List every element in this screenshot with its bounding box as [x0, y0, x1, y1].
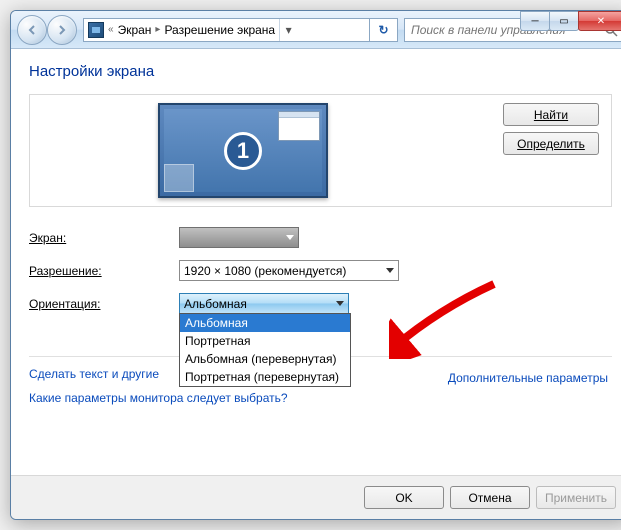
orientation-option[interactable]: Портретная	[180, 332, 350, 350]
advanced-settings-link[interactable]: Дополнительные параметры	[448, 371, 608, 385]
breadcrumb-sep: ▸	[155, 24, 160, 35]
close-button[interactable]: ✕	[578, 11, 621, 31]
cancel-button[interactable]: Отмена	[450, 486, 530, 509]
breadcrumb-item[interactable]: Разрешение экрана	[164, 23, 275, 37]
nav-back-button[interactable]	[17, 15, 47, 45]
content-area: Настройки экрана 1 Найти Определить Экра…	[11, 49, 621, 475]
refresh-button[interactable]: ↻	[370, 18, 398, 42]
monitor-number-badge: 1	[224, 132, 262, 170]
orientation-label: Ориентация:	[29, 297, 179, 311]
address-dropdown[interactable]: ▾	[279, 19, 297, 41]
breadcrumb-sep: «	[108, 24, 114, 35]
orientation-option[interactable]: Портретная (перевернутая)	[180, 368, 350, 386]
orientation-option[interactable]: Альбомная (перевернутая)	[180, 350, 350, 368]
monitor-preview-box: 1 Найти Определить	[29, 94, 612, 207]
find-button-label: Найти	[534, 108, 568, 122]
page-title: Настройки экрана	[29, 63, 612, 80]
screen-select[interactable]	[179, 227, 299, 248]
minimize-button[interactable]: ─	[520, 11, 550, 31]
breadcrumb-item[interactable]: Экран	[118, 23, 152, 37]
dialog-button-bar: OK Отмена Применить	[11, 475, 621, 519]
monitor-thumbnail[interactable]: 1	[158, 103, 328, 198]
maximize-button[interactable]: ▭	[549, 11, 579, 31]
orientation-select[interactable]: Альбомная Альбомная Портретная Альбомная…	[179, 293, 349, 314]
chevron-down-icon	[336, 301, 344, 306]
detect-button[interactable]: Определить	[503, 132, 599, 155]
resolution-label: Разрешение:	[29, 264, 179, 278]
orientation-dropdown: Альбомная Портретная Альбомная (переверн…	[179, 313, 351, 387]
arrow-left-icon	[26, 24, 38, 36]
help-link[interactable]: Какие параметры монитора следует выбрать…	[29, 391, 612, 405]
chevron-down-icon	[386, 268, 394, 273]
resolution-value: 1920 × 1080 (рекомендуется)	[184, 264, 346, 278]
nav-forward-button[interactable]	[47, 15, 77, 45]
resolution-select[interactable]: 1920 × 1080 (рекомендуется)	[179, 260, 399, 281]
orientation-option[interactable]: Альбомная	[180, 314, 350, 332]
screen-label: Экран:	[29, 231, 179, 245]
ok-button[interactable]: OK	[364, 486, 444, 509]
address-bar[interactable]: « Экран ▸ Разрешение экрана ▾	[83, 18, 370, 42]
apply-button[interactable]: Применить	[536, 486, 616, 509]
screen-resolution-window: ─ ▭ ✕ « Экран ▸ Разрешение экрана ▾ ↻ На…	[10, 10, 621, 520]
arrow-right-icon	[56, 24, 68, 36]
orientation-value: Альбомная	[184, 297, 247, 311]
mini-taskbar-icon	[164, 164, 194, 192]
find-button[interactable]: Найти	[503, 103, 599, 126]
control-panel-icon	[88, 22, 104, 38]
chevron-down-icon	[286, 235, 294, 240]
mini-window-icon	[278, 111, 320, 141]
detect-button-label: Определить	[517, 137, 585, 151]
